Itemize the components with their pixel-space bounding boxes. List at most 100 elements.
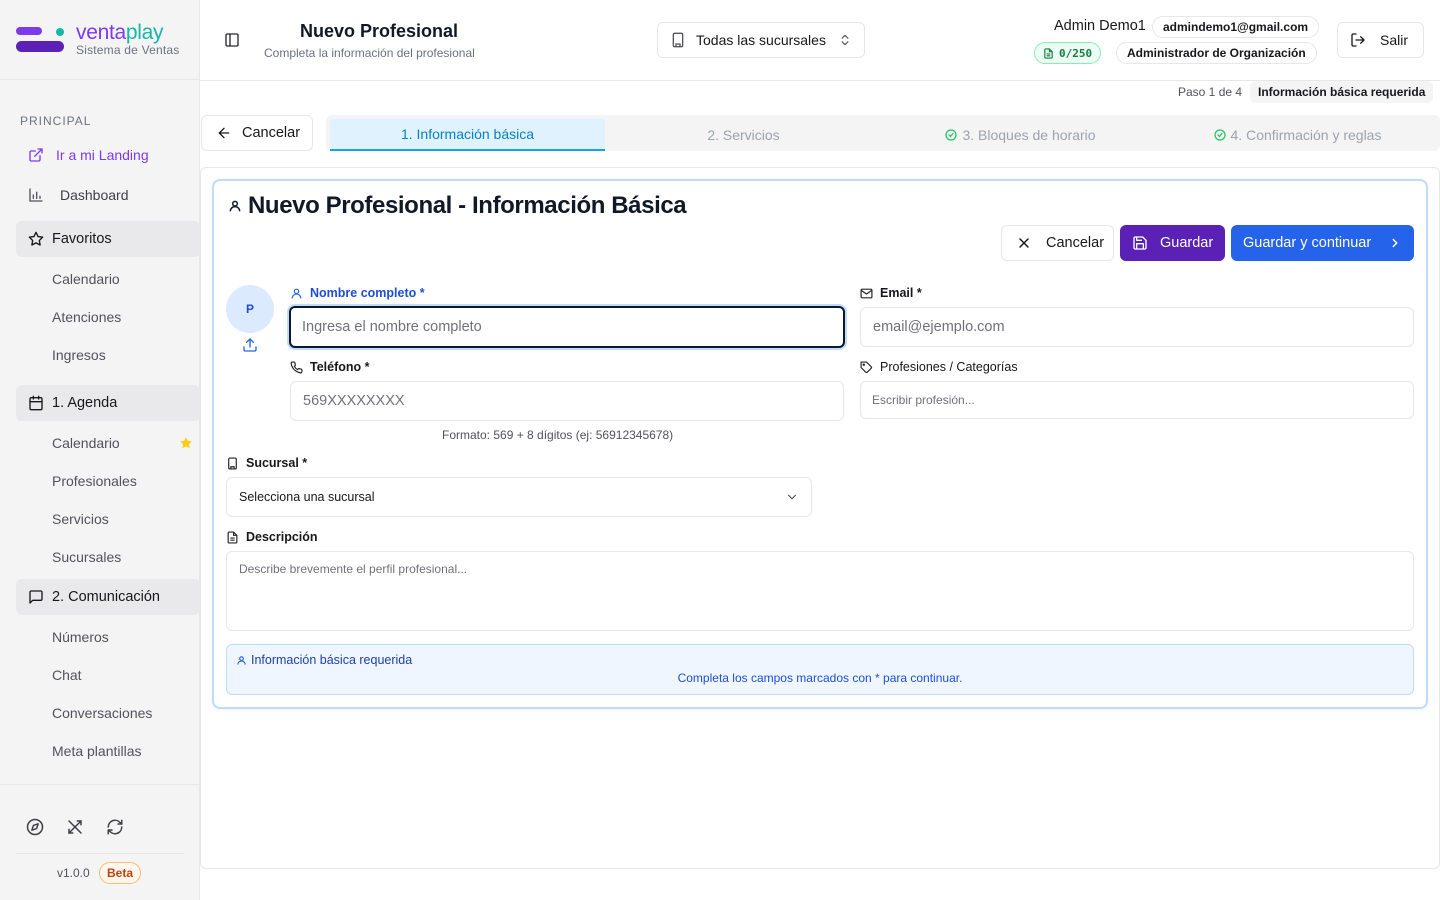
beta-badge: Beta	[99, 862, 142, 884]
check-circle-icon	[945, 129, 958, 141]
tab-label: 4. Confirmación y reglas	[1230, 127, 1382, 143]
professions-field[interactable]: Escribir profesión...	[860, 381, 1414, 419]
description-label-text: Descripción	[246, 530, 318, 544]
tab-label: 2. Servicios	[707, 127, 780, 143]
tools-icon[interactable]	[66, 818, 84, 836]
sidebar-group-label: Favoritos	[52, 231, 112, 247]
branch-selector[interactable]: Todas las sucursales	[657, 22, 865, 58]
document-icon	[1043, 47, 1054, 59]
arrow-left-icon	[216, 125, 232, 141]
message-square-icon	[28, 589, 44, 605]
version-label: v1.0.0	[57, 866, 90, 880]
sidebar-divider	[0, 79, 200, 80]
chevron-right-icon	[1388, 236, 1402, 250]
external-link-icon	[28, 147, 44, 163]
favorite-star-icon[interactable]	[179, 436, 193, 450]
sidebar-item-servicios[interactable]: Servicios	[52, 504, 109, 534]
branch-select[interactable]: Selecciona una sucursal	[226, 477, 812, 517]
calendar-icon	[28, 395, 44, 411]
email-field[interactable]: email@ejemplo.com	[860, 307, 1414, 347]
form-title: Nuevo Profesional - Información Básica	[228, 192, 687, 220]
sidebar-section-label: PRINCIPAL	[20, 114, 92, 128]
sidebar-item-dashboard[interactable]: Dashboard	[16, 177, 200, 213]
branch-selector-value: Todas las sucursales	[696, 32, 826, 48]
branch-select-value: Selecciona una sucursal	[239, 490, 375, 504]
building-icon	[670, 32, 686, 48]
save-continue-label: Guardar y continuar	[1243, 235, 1372, 251]
sidebar-item-atenciones[interactable]: Atenciones	[52, 302, 121, 332]
description-textarea[interactable]: Describe brevemente el perfil profesiona…	[226, 551, 1414, 631]
document-icon	[226, 530, 239, 544]
save-continue-button[interactable]: Guardar y continuar	[1231, 225, 1414, 261]
save-button-label: Guardar	[1160, 235, 1214, 251]
professions-label: Profesiones / Categorías	[860, 359, 1018, 375]
sidebar-item-chat[interactable]: Chat	[52, 660, 82, 690]
sidebar-item-label: Ir a mi Landing	[56, 147, 149, 163]
compass-icon[interactable]	[26, 818, 44, 836]
sidebar-item-numeros[interactable]: Números	[52, 622, 109, 652]
save-icon	[1132, 235, 1148, 251]
name-field[interactable]: Ingresa el nombre completo	[289, 306, 845, 348]
info-alert-title: Información básica requerida	[236, 653, 412, 667]
sidebar-item-ingresos[interactable]: Ingresos	[52, 340, 106, 370]
wizard-cancel-button[interactable]: Cancelar	[201, 115, 313, 151]
sidebar-item-sucursales[interactable]: Sucursales	[52, 542, 121, 572]
email-placeholder: email@ejemplo.com	[873, 319, 1005, 335]
sidebar: ventaplay Sistema de Ventas PRINCIPAL Ir…	[0, 0, 200, 900]
sidebar-item-profesionales[interactable]: Profesionales	[52, 466, 137, 496]
sidebar-footer-actions	[26, 818, 124, 836]
upload-icon[interactable]	[242, 337, 258, 353]
save-button[interactable]: Guardar	[1120, 225, 1225, 261]
description-label: Descripción	[226, 529, 318, 545]
info-alert-text: Completa los campos marcados con * para …	[677, 671, 963, 685]
wizard-tabs: 1. Información básica 2. Servicios 3. Bl…	[326, 115, 1440, 151]
branch-label: Sucursal *	[226, 455, 307, 471]
phone-format-hint: Formato: 569 + 8 dígitos (ej: 5691234567…	[442, 428, 674, 442]
phone-icon	[290, 360, 303, 374]
tab-label: 1. Información básica	[400, 126, 535, 142]
sidebar-toggle-icon[interactable]	[224, 32, 240, 48]
name-placeholder: Ingresa el nombre completo	[302, 319, 482, 335]
sidebar-item-meta-plantillas[interactable]: Meta plantillas	[52, 736, 142, 766]
phone-label-text: Teléfono *	[310, 360, 370, 374]
app-name: ventaplay	[76, 21, 164, 44]
avatar[interactable]: P	[226, 285, 274, 333]
sidebar-group-comunicacion[interactable]: 2. Comunicación	[16, 579, 200, 615]
close-icon	[1016, 235, 1032, 251]
phone-label: Teléfono *	[290, 359, 370, 375]
branch-label-text: Sucursal *	[246, 456, 308, 470]
sidebar-group-label: 1. Agenda	[52, 395, 118, 411]
sidebar-item-conversaciones[interactable]: Conversaciones	[52, 698, 152, 728]
step-indicator: Paso 1 de 4	[1178, 85, 1243, 99]
sidebar-item-calendario-fav[interactable]: Calendario	[52, 264, 120, 294]
info-alert-title-text: Información básica requerida	[251, 653, 413, 667]
sidebar-group-favorites[interactable]: Favoritos	[16, 221, 200, 257]
chevron-up-down-icon	[838, 33, 852, 47]
sidebar-item-landing[interactable]: Ir a mi Landing	[16, 137, 200, 173]
logout-button[interactable]: Salir	[1337, 22, 1424, 58]
logo-mark	[16, 24, 64, 54]
tab-label: 3. Bloques de horario	[962, 127, 1096, 143]
tab-confirmacion-reglas[interactable]: 4. Confirmación y reglas	[1159, 119, 1436, 151]
check-circle-icon	[1213, 129, 1226, 141]
professions-placeholder: Escribir profesión...	[872, 393, 975, 407]
cancel-button[interactable]: Cancelar	[1001, 225, 1114, 261]
refresh-icon[interactable]	[106, 818, 124, 836]
professions-label-text: Profesiones / Categorías	[880, 360, 1018, 374]
sidebar-footer-divider	[0, 784, 200, 785]
sidebar-group-label: 2. Comunicación	[52, 589, 160, 605]
chevron-down-icon	[785, 490, 799, 504]
tab-servicios[interactable]: 2. Servicios	[605, 119, 882, 151]
user-icon	[228, 199, 242, 213]
role-badge: Administrador de Organización	[1116, 42, 1317, 64]
info-alert	[226, 644, 1414, 695]
wizard-cancel-label: Cancelar	[242, 125, 301, 141]
sidebar-group-agenda[interactable]: 1. Agenda	[16, 385, 200, 421]
step-status-badge: Información básica requerida	[1250, 81, 1434, 103]
tab-informacion-basica[interactable]: 1. Información básica	[330, 119, 605, 151]
bar-chart-icon	[28, 187, 44, 203]
sidebar-footer-divider-2	[16, 853, 184, 854]
tab-bloques-horario[interactable]: 3. Bloques de horario	[882, 119, 1159, 151]
sidebar-item-calendario[interactable]: Calendario	[52, 428, 120, 458]
phone-field[interactable]: 569XXXXXXXX	[290, 381, 844, 421]
